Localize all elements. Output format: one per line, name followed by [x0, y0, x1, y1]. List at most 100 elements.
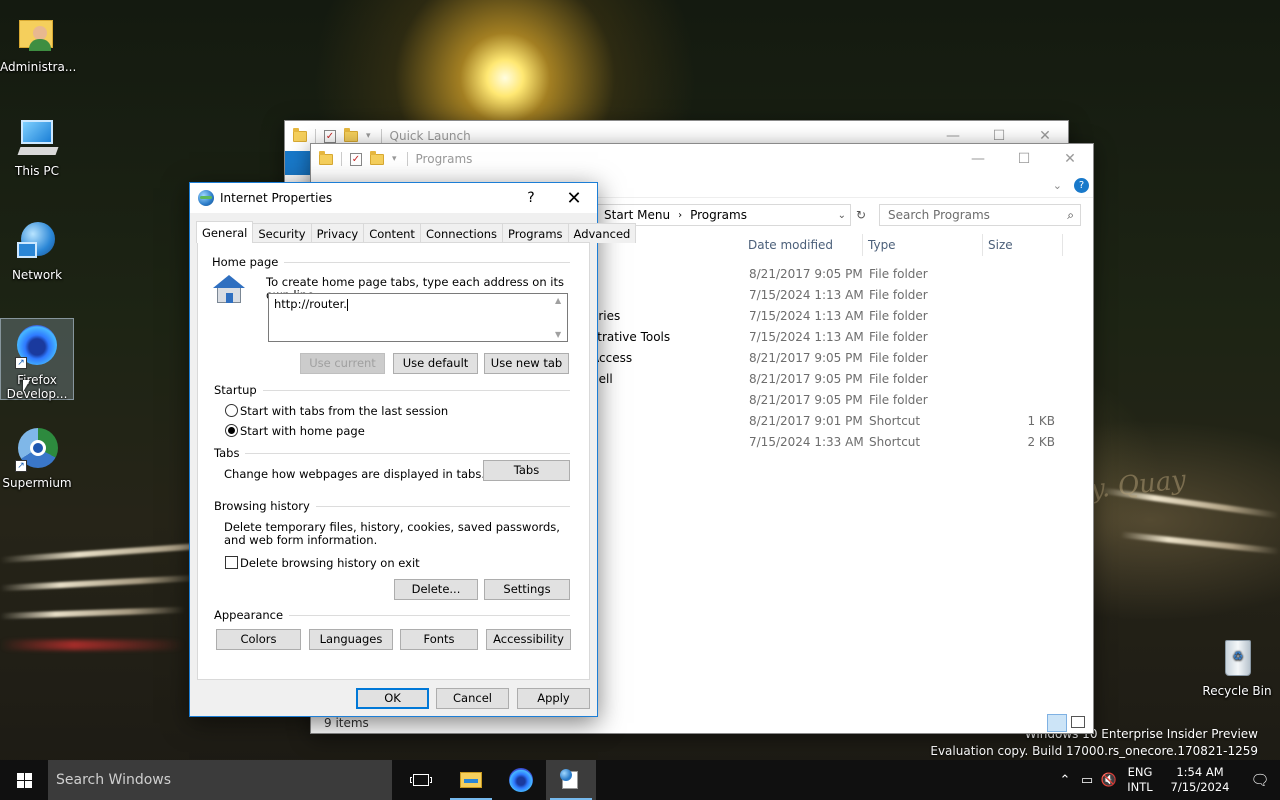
dialog-tabs: General Security Privacy Content Connect…: [196, 221, 637, 243]
chevron-up-icon[interactable]: ⌃: [1054, 773, 1076, 788]
group-label-browsing-history: Browsing history: [214, 499, 316, 513]
startup-home-page-radio[interactable]: [225, 424, 238, 437]
desktop-icon-firefox-developer[interactable]: ↗ Firefox Develop...: [0, 318, 74, 401]
taskbar-search-input[interactable]: Search Windows: [48, 760, 392, 800]
home-page-icon: [212, 275, 246, 305]
help-button[interactable]: ?: [511, 190, 551, 206]
desktop-icon-administrator[interactable]: Administra...: [0, 6, 77, 74]
dialog-titlebar[interactable]: Internet Properties ? ✕: [190, 183, 597, 213]
recycle-bin-icon: ♻: [1215, 636, 1259, 680]
desktop-icon-network[interactable]: Network: [0, 214, 74, 282]
date-modified-cell: 7/15/2024 1:13 AM: [749, 288, 864, 302]
chevron-down-icon[interactable]: ⌄: [838, 210, 846, 221]
table-row[interactable]: 7/15/2024 1:13 AM File folder: [591, 285, 1061, 306]
apply-button[interactable]: Apply: [517, 688, 590, 709]
search-input[interactable]: Search Programs: [888, 208, 990, 222]
cancel-button[interactable]: Cancel: [436, 688, 509, 709]
details-view-icon[interactable]: [1047, 714, 1067, 732]
column-header-size[interactable]: Size: [988, 238, 1013, 252]
internet-properties-dialog[interactable]: Internet Properties ? ✕ General Security…: [189, 182, 637, 717]
tabs-settings-button[interactable]: Tabs: [483, 460, 570, 481]
scroll-up-icon[interactable]: ▲: [555, 296, 561, 305]
delete-history-on-exit-label[interactable]: Delete browsing history on exit: [240, 557, 420, 570]
expand-ribbon-icon[interactable]: ⌄: [1053, 179, 1062, 192]
minimize-button[interactable]: —: [955, 151, 1001, 167]
ok-button[interactable]: OK: [356, 688, 429, 709]
maximize-button[interactable]: ☐: [976, 128, 1022, 144]
history-settings-button[interactable]: Settings: [484, 579, 570, 600]
maximize-button[interactable]: ☐: [1001, 151, 1047, 167]
desktop-icon-this-pc[interactable]: This PC: [0, 110, 74, 178]
table-row[interactable]: 8/21/2017 9:05 PM File folder: [591, 390, 1061, 411]
table-row[interactable]: strative Tools 7/15/2024 1:13 AM File fold…: [591, 327, 1061, 348]
chevron-down-icon[interactable]: ▾: [392, 154, 397, 164]
explorer-titlebar[interactable]: ✓ ▾ Programs — ☐ ✕: [311, 144, 1093, 174]
new-folder-icon[interactable]: [344, 127, 358, 142]
task-view-icon: [410, 774, 432, 786]
task-view-button[interactable]: [396, 760, 446, 800]
home-page-url-input[interactable]: http://router. ▲ ▼: [268, 293, 568, 342]
tab-content[interactable]: Content: [363, 223, 421, 243]
desktop-icon-label: Administra...: [0, 60, 77, 74]
table-row[interactable]: Access 8/21/2017 9:05 PM File folder: [591, 348, 1061, 369]
column-header-type[interactable]: Type: [868, 238, 896, 252]
tab-security[interactable]: Security: [252, 223, 312, 243]
search-box[interactable]: Search Programs ⌕: [879, 204, 1081, 226]
minimize-button[interactable]: —: [930, 128, 976, 144]
close-button[interactable]: ✕: [1022, 128, 1068, 144]
use-default-button[interactable]: Use default: [393, 353, 478, 374]
accessibility-button[interactable]: Accessibility: [486, 629, 571, 650]
delete-history-on-exit-checkbox[interactable]: [225, 556, 238, 569]
use-new-tab-button[interactable]: Use new tab: [484, 353, 569, 374]
tab-connections[interactable]: Connections: [419, 223, 504, 243]
scroll-down-icon[interactable]: ▼: [555, 330, 561, 339]
desktop-icon-label: Supermium: [2, 476, 72, 490]
column-header-date[interactable]: Date modified: [748, 238, 833, 252]
large-icons-view-icon[interactable]: [1071, 716, 1085, 728]
tab-advanced[interactable]: Advanced: [567, 223, 637, 243]
table-row[interactable]: ories 7/15/2024 1:13 AM File folder: [591, 306, 1061, 327]
shortcut-arrow-icon: ↗: [15, 357, 27, 369]
startup-last-session-radio[interactable]: [225, 404, 238, 417]
breadcrumb-item[interactable]: Programs: [690, 208, 747, 222]
window-controls: — ☐ ✕: [955, 151, 1093, 167]
volume-muted-icon[interactable]: 🔇: [1098, 773, 1120, 788]
folder-icon: [293, 127, 307, 142]
network-icon[interactable]: ▭: [1076, 773, 1098, 788]
notifications-icon[interactable]: 🗨: [1240, 771, 1280, 789]
taskbar-file-explorer[interactable]: [446, 760, 496, 800]
chevron-down-icon[interactable]: ▾: [366, 131, 371, 141]
browsing-history-description: Delete temporary files, history, cookies…: [224, 520, 560, 547]
close-button[interactable]: ✕: [1047, 151, 1093, 167]
table-row[interactable]: 8/21/2017 9:01 PM Shortcut 1 KB: [591, 411, 1061, 432]
taskbar-firefox-developer[interactable]: [496, 760, 546, 800]
new-folder-icon[interactable]: [370, 150, 384, 165]
taskbar-clock[interactable]: 1:54 AM 7/15/2024: [1160, 765, 1240, 795]
table-row[interactable]: 7/15/2024 1:33 AM Shortcut 2 KB: [591, 432, 1061, 453]
tab-privacy[interactable]: Privacy: [310, 223, 365, 243]
startup-home-page-label[interactable]: Start with home page: [240, 425, 365, 438]
desktop-icon-supermium[interactable]: ↗ Supermium: [0, 422, 74, 490]
taskbar-internet-properties[interactable]: [546, 760, 596, 800]
tab-general[interactable]: General: [196, 221, 254, 243]
properties-icon[interactable]: ✓: [324, 129, 336, 143]
help-icon[interactable]: ?: [1074, 178, 1089, 193]
close-button[interactable]: ✕: [551, 188, 597, 209]
use-current-button[interactable]: Use current: [300, 353, 385, 374]
breadcrumb-item[interactable]: Start Menu: [604, 208, 670, 222]
tab-programs[interactable]: Programs: [502, 223, 569, 243]
table-row[interactable]: 8/21/2017 9:05 PM File folder: [591, 264, 1061, 285]
input-language-indicator[interactable]: ENG INTL: [1120, 765, 1160, 795]
desktop-icon-recycle-bin[interactable]: ♻ Recycle Bin: [1200, 630, 1274, 698]
start-button[interactable]: [0, 760, 48, 800]
group-label-appearance: Appearance: [214, 608, 290, 622]
refresh-icon[interactable]: ↻: [851, 204, 871, 226]
languages-button[interactable]: Languages: [309, 629, 393, 650]
delete-history-button[interactable]: Delete...: [394, 579, 478, 600]
fonts-button[interactable]: Fonts: [400, 629, 478, 650]
startup-last-session-label[interactable]: Start with tabs from the last session: [240, 405, 448, 418]
table-row[interactable]: hell 8/21/2017 9:05 PM File folder: [591, 369, 1061, 390]
url-scrollbar[interactable]: ▲ ▼: [551, 294, 567, 341]
properties-icon[interactable]: ✓: [350, 152, 362, 166]
colors-button[interactable]: Colors: [216, 629, 301, 650]
